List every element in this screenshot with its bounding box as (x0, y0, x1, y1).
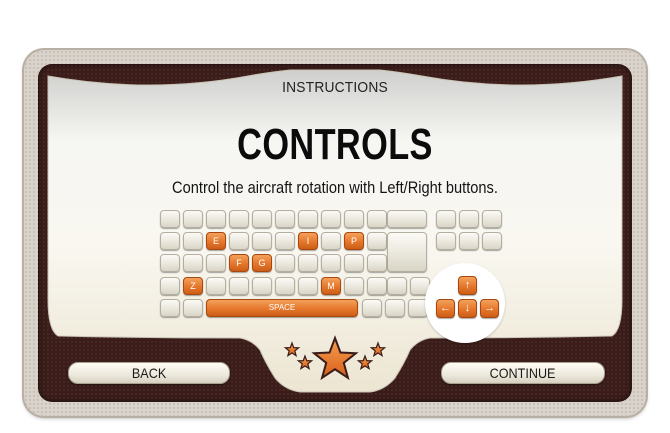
continue-button[interactable]: CONTINUE (441, 362, 605, 384)
star-icon (283, 341, 301, 358)
back-button[interactable]: BACK (68, 362, 230, 384)
star-icon (356, 354, 374, 371)
star-icon (296, 354, 314, 371)
star-icon (369, 341, 387, 358)
star-icon (311, 335, 359, 381)
